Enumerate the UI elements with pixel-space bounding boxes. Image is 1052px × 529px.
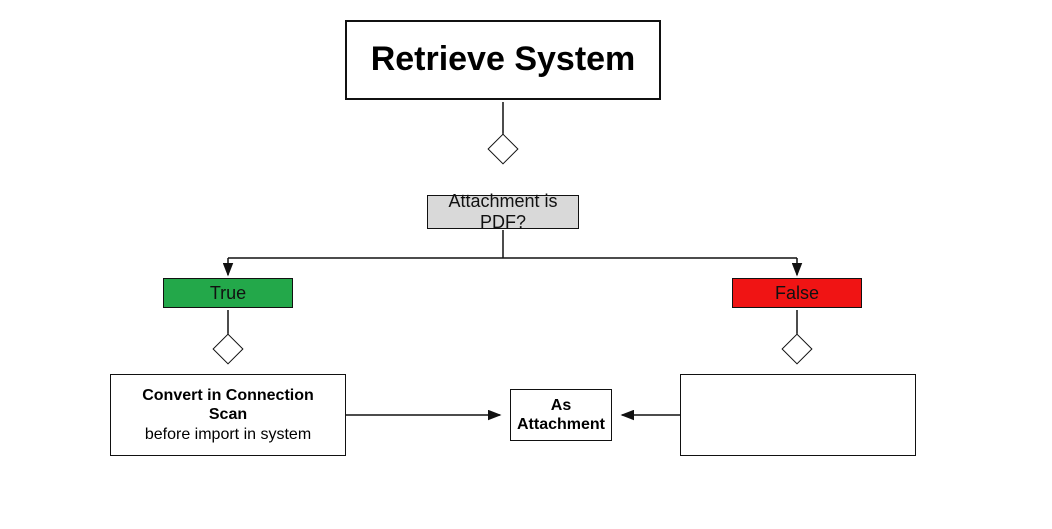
node-convert: Convert in Connection Scan before import… (110, 374, 346, 456)
node-false-process (680, 374, 916, 456)
node-true-label: True (210, 283, 246, 304)
node-retrieve-system-label: Retrieve System (371, 42, 636, 78)
node-convert-line2: before import in system (145, 425, 311, 444)
node-false: False (732, 278, 862, 308)
node-decision-label: Attachment is PDF? (438, 191, 568, 233)
node-decision: Attachment is PDF? (427, 195, 579, 229)
node-convert-line1: Convert in Connection Scan (121, 386, 335, 424)
node-retrieve-system: Retrieve System (345, 20, 661, 100)
node-false-label: False (775, 283, 819, 304)
node-as-attachment-line2: Attachment (517, 415, 605, 434)
node-true: True (163, 278, 293, 308)
node-as-attachment: As Attachment (510, 389, 612, 441)
node-as-attachment-line1: As (551, 396, 571, 415)
